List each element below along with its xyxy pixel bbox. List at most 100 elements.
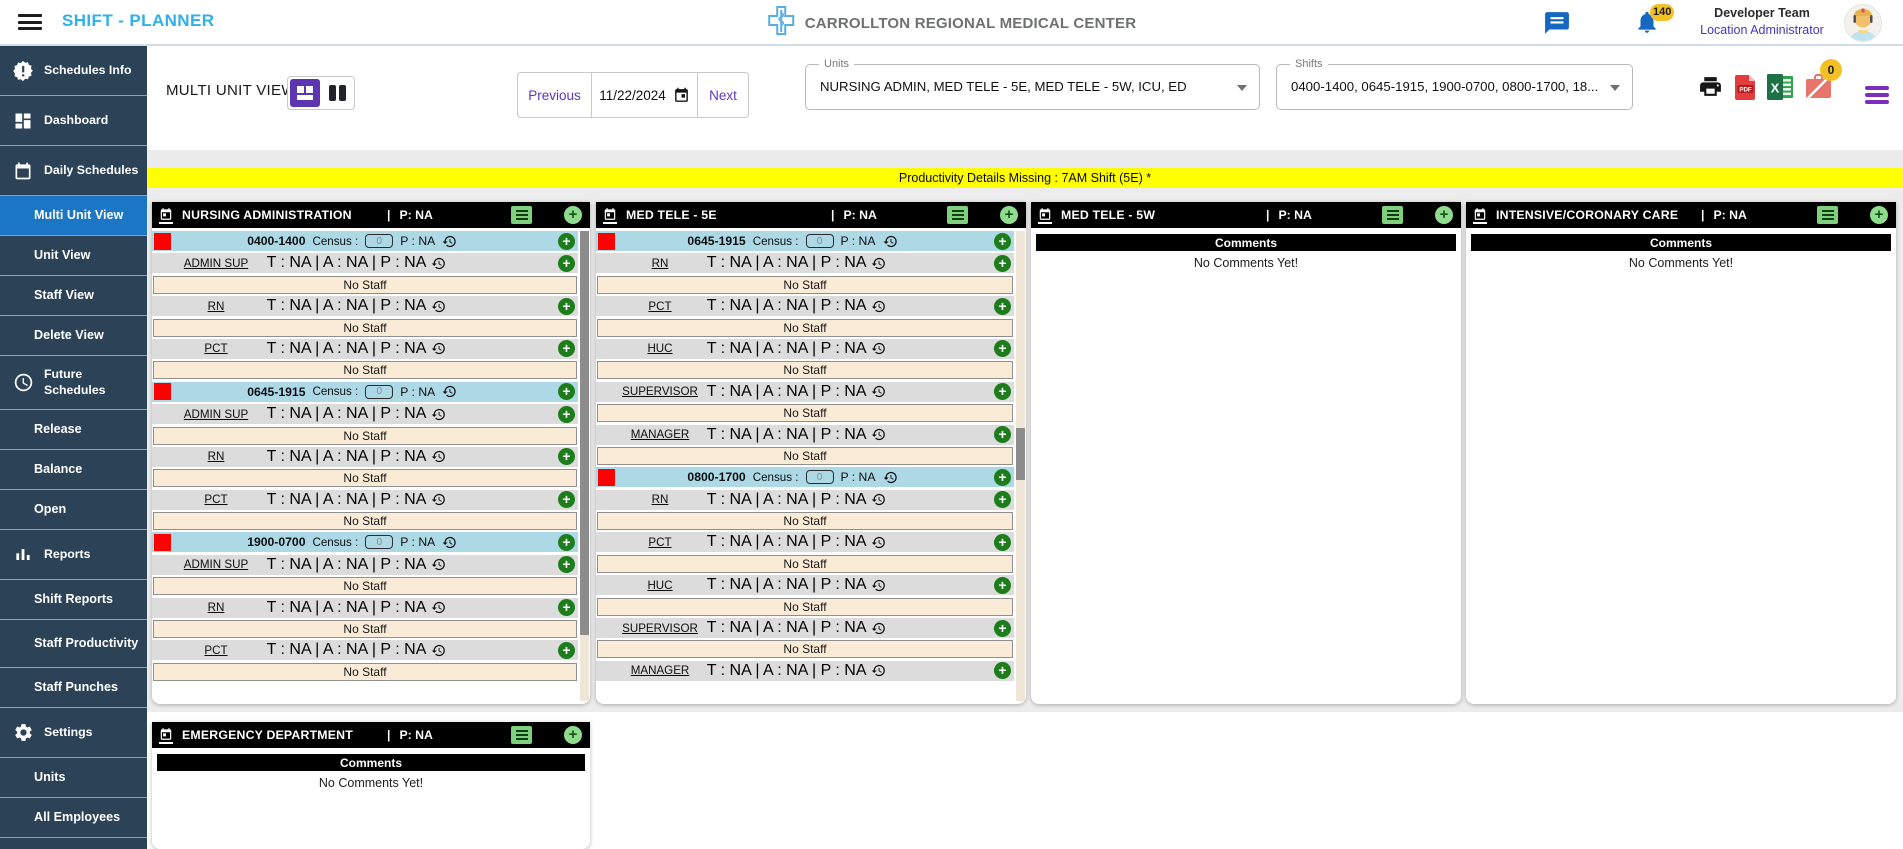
calendar-icon[interactable] [1472,207,1487,224]
history-icon[interactable] [431,407,446,422]
role-link[interactable]: RN [596,253,724,273]
shift-alert-flag[interactable] [598,233,615,250]
sidebar-item-daily-schedules[interactable]: Daily Schedules [0,146,147,196]
calendar-icon[interactable] [158,727,173,744]
role-link[interactable]: SUPERVISOR [596,618,724,638]
sidebar-item-settings[interactable]: Settings [0,708,147,758]
date-picker[interactable]: 11/22/2024 [592,73,698,117]
sidebar-item-staff-productivity[interactable]: Staff Productivity [0,620,147,668]
calendar-icon[interactable] [158,207,173,224]
history-icon[interactable] [872,578,887,593]
comment-icon[interactable] [1817,206,1838,224]
calendar-icon[interactable] [602,207,617,224]
calendar-icon[interactable] [1037,207,1052,224]
add-staff-button[interactable]: + [558,406,575,423]
shift-alert-flag[interactable] [154,534,171,551]
add-staff-button[interactable]: + [994,469,1011,486]
role-link[interactable]: MANAGER [596,661,724,681]
units-select[interactable]: Units NURSING ADMIN, MED TELE - 5E, MED … [805,64,1260,110]
role-link[interactable]: HUC [596,575,724,595]
history-icon[interactable] [431,341,446,356]
role-link[interactable]: PCT [152,640,280,660]
previous-button[interactable]: Previous [518,73,592,117]
scrollbar-thumb[interactable] [1016,428,1025,480]
sidebar-item-staff-punches[interactable]: Staff Punches [0,668,147,708]
print-icon[interactable] [1697,74,1724,104]
sidebar-item-release[interactable]: Release [0,410,147,450]
history-icon[interactable] [872,663,887,678]
role-link[interactable]: RN [152,598,280,618]
notifications-bell[interactable]: 140 [1634,8,1680,42]
add-staff-button[interactable]: + [994,298,1011,315]
excel-icon[interactable]: X [1767,74,1794,105]
grid-view-icon[interactable] [290,79,320,107]
history-icon[interactable] [442,234,457,249]
sidebar-item-units[interactable]: Units [0,758,147,798]
census-input[interactable] [365,535,393,549]
add-staff-button[interactable]: + [558,340,575,357]
add-icon[interactable]: + [1870,206,1888,224]
sidebar-item-balance[interactable]: Balance [0,450,147,490]
add-staff-button[interactable]: + [994,534,1011,551]
history-icon[interactable] [431,449,446,464]
history-icon[interactable] [431,643,446,658]
add-staff-button[interactable]: + [558,556,575,573]
add-staff-button[interactable]: + [558,233,575,250]
role-link[interactable]: PCT [596,296,724,316]
add-staff-button[interactable]: + [994,340,1011,357]
add-staff-button[interactable]: + [558,642,575,659]
add-staff-button[interactable]: + [994,662,1011,679]
history-icon[interactable] [872,621,887,636]
next-button[interactable]: Next [698,73,748,117]
add-staff-button[interactable]: + [994,233,1011,250]
sidebar-item-dashboard[interactable]: Dashboard [0,96,147,146]
sidebar-item-future-schedules[interactable]: Future Schedules [0,356,147,410]
census-input[interactable] [365,234,393,248]
role-link[interactable]: PCT [152,339,280,359]
role-link[interactable]: RN [152,296,280,316]
chat-icon[interactable] [1544,11,1570,35]
avatar[interactable] [1844,4,1882,42]
add-icon[interactable]: + [1435,206,1453,224]
role-link[interactable]: MANAGER [596,425,724,445]
sidebar-item-schedules[interactable]: Schedules [0,838,147,849]
add-staff-button[interactable]: + [558,448,575,465]
add-icon[interactable]: + [564,726,582,744]
role-link[interactable]: ADMIN SUP [152,253,280,273]
add-staff-button[interactable]: + [558,534,575,551]
sidebar-item-shift-reports[interactable]: Shift Reports [0,580,147,620]
add-staff-button[interactable]: + [558,599,575,616]
sidebar-item-reports[interactable]: Reports [0,530,147,580]
history-icon[interactable] [872,384,887,399]
add-icon[interactable]: + [564,206,582,224]
history-icon[interactable] [431,256,446,271]
history-icon[interactable] [442,384,457,399]
role-link[interactable]: ADMIN SUP [152,404,280,424]
sidebar-item-unit-view[interactable]: Unit View [0,236,147,276]
add-staff-button[interactable]: + [994,491,1011,508]
user-block[interactable]: Developer Team Location Administrator [1688,6,1836,37]
vertical-scrollbar[interactable] [1016,231,1025,701]
add-staff-button[interactable]: + [558,491,575,508]
shifts-select[interactable]: Shifts 0400-1400, 0645-1915, 1900-0700, … [1276,64,1633,110]
history-icon[interactable] [431,557,446,572]
add-staff-button[interactable]: + [558,255,575,272]
comment-icon[interactable] [511,726,532,744]
pdf-icon[interactable]: PDF [1733,74,1758,105]
add-staff-button[interactable]: + [994,620,1011,637]
history-icon[interactable] [872,256,887,271]
history-icon[interactable] [872,427,887,442]
add-icon[interactable]: + [1000,206,1018,224]
sidebar-item-multi-unit-view[interactable]: Multi Unit View [0,196,147,236]
role-link[interactable]: SUPERVISOR [596,382,724,402]
add-staff-button[interactable]: + [558,383,575,400]
comment-icon[interactable] [511,206,532,224]
history-icon[interactable] [431,492,446,507]
census-input[interactable] [365,385,393,399]
shift-alert-flag[interactable] [154,233,171,250]
role-link[interactable]: HUC [596,339,724,359]
hamburger-icon[interactable] [18,14,42,32]
sidebar-item-open[interactable]: Open [0,490,147,530]
role-link[interactable]: PCT [152,490,280,510]
history-icon[interactable] [872,492,887,507]
